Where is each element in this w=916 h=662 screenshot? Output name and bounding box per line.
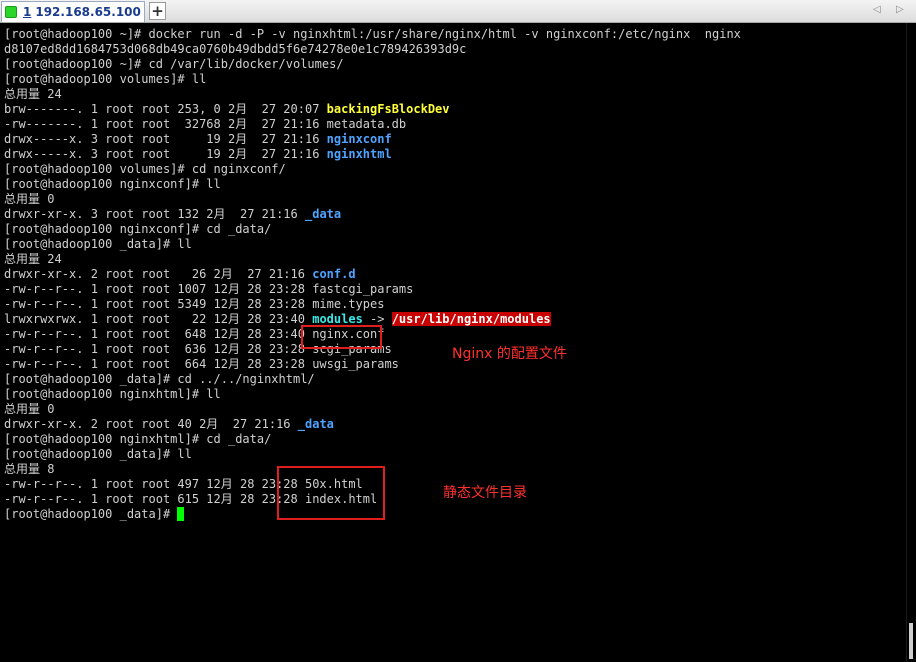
symlink-name: modules: [312, 312, 363, 326]
tab-bar: 1 192.168.65.100 + ◁ ▷: [0, 0, 916, 23]
nginx-conf-annotation: Nginx 的配置文件: [452, 346, 567, 362]
connected-status-icon: [5, 6, 17, 18]
terminal-line: [root@hadoop100 _data]# ll: [4, 237, 192, 251]
line-prefix: drwxr-xr-x. 2 root root 26 2月 27 21:16: [4, 267, 313, 281]
static-files-annotation: 静态文件目录: [443, 485, 527, 501]
terminal-line: [root@hadoop100 ~]# cd /var/lib/docker/v…: [4, 57, 344, 71]
terminal-line: [root@hadoop100 nginxhtml]# cd _data/: [4, 432, 272, 446]
static-files-highlight-box: [277, 466, 385, 520]
terminal-line: [root@hadoop100 nginxconf]# ll: [4, 177, 221, 191]
terminal-line: 总用量 24: [4, 252, 62, 266]
nginx-conf-highlight-box: [301, 325, 382, 349]
new-tab-button[interactable]: +: [149, 2, 166, 20]
terminal-line: [root@hadoop100 volumes]# cd nginxconf/: [4, 162, 286, 176]
terminal-line: -rw-r--r--. 1 root root 664 12月 28 23:28…: [4, 357, 399, 371]
terminal-line: -rw-r--r--. 1 root root 5349 12月 28 23:2…: [4, 297, 385, 311]
directory-name: nginxhtml: [326, 147, 392, 161]
terminal-line: drwxr-xr-x. 2 root root 40 2月 27 21:16 _…: [4, 417, 741, 432]
terminal-line: 总用量 24: [4, 87, 62, 101]
tab-number: 1: [23, 5, 32, 19]
directory-name: _data: [305, 207, 342, 221]
terminal-line: [root@hadoop100 volumes]# ll: [4, 72, 207, 86]
terminal-line: [root@hadoop100 nginxhtml]# ll: [4, 387, 221, 401]
terminal-line: drwx-----x. 3 root root 19 2月 27 21:16 n…: [4, 132, 741, 147]
line-prefix: drwxr-xr-x. 2 root root 40 2月 27 21:16: [4, 417, 298, 431]
terminal-line: [root@hadoop100 nginxconf]# cd _data/: [4, 222, 272, 236]
line-prefix: drwxr-xr-x. 3 root root 132 2月 27 21:16: [4, 207, 305, 221]
scrollbar-thumb[interactable]: [909, 623, 913, 659]
terminal-line: -rw-r--r--. 1 root root 1007 12月 28 23:2…: [4, 282, 414, 296]
tab-next-icon[interactable]: ▷: [896, 4, 904, 15]
terminal-line: [root@hadoop100 _data]# ll: [4, 447, 192, 461]
directory-name: _data: [297, 417, 334, 431]
terminal-line: drwx-----x. 3 root root 19 2月 27 21:16 n…: [4, 147, 741, 162]
symlink-arrow: ->: [362, 312, 392, 326]
line-prefix: [root@hadoop100 _data]#: [4, 507, 178, 521]
terminal-line: drwxr-xr-x. 2 root root 26 2月 27 21:16 c…: [4, 267, 741, 282]
line-prefix: brw-------. 1 root root 253, 0 2月 27 20:…: [4, 102, 327, 116]
terminal-scrollbar[interactable]: [906, 23, 916, 662]
terminal-output[interactable]: [root@hadoop100 ~]# docker run -d -P -v …: [0, 23, 906, 662]
line-prefix: drwx-----x. 3 root root 19 2月 27 21:16: [4, 147, 327, 161]
terminal-line: [root@hadoop100 ~]# docker run -d -P -v …: [4, 27, 741, 41]
terminal-cursor: [177, 507, 185, 521]
terminal-line: d8107ed8dd1684753d068db49ca0760b49dbdd5f…: [4, 42, 467, 56]
terminal-line: [root@hadoop100 _data]# cd ../../nginxht…: [4, 372, 315, 386]
device-file-name: backingFsBlockDev: [326, 102, 450, 116]
directory-name: nginxconf: [326, 132, 392, 146]
tab-prev-icon[interactable]: ◁: [873, 4, 881, 15]
directory-name: conf.d: [312, 267, 356, 281]
line-prefix: drwx-----x. 3 root root 19 2月 27 21:16: [4, 132, 327, 146]
session-tab[interactable]: 1 192.168.65.100: [1, 1, 145, 22]
line-prefix: lrwxrwxrwx. 1 root root 22 12月 28 23:40: [4, 312, 313, 326]
terminal-line: brw-------. 1 root root 253, 0 2月 27 20:…: [4, 102, 741, 117]
tab-title: 192.168.65.100: [35, 5, 141, 19]
terminal-line: drwxr-xr-x. 3 root root 132 2月 27 21:16 …: [4, 207, 741, 222]
symlink-target: /usr/lib/nginx/modules: [391, 312, 551, 326]
terminal-lines: [root@hadoop100 ~]# docker run -d -P -v …: [4, 27, 741, 522]
terminal-line: 总用量 0: [4, 402, 55, 416]
terminal-line: -rw-------. 1 root root 32768 2月 27 21:1…: [4, 117, 407, 131]
terminal-line: 总用量 0: [4, 192, 55, 206]
